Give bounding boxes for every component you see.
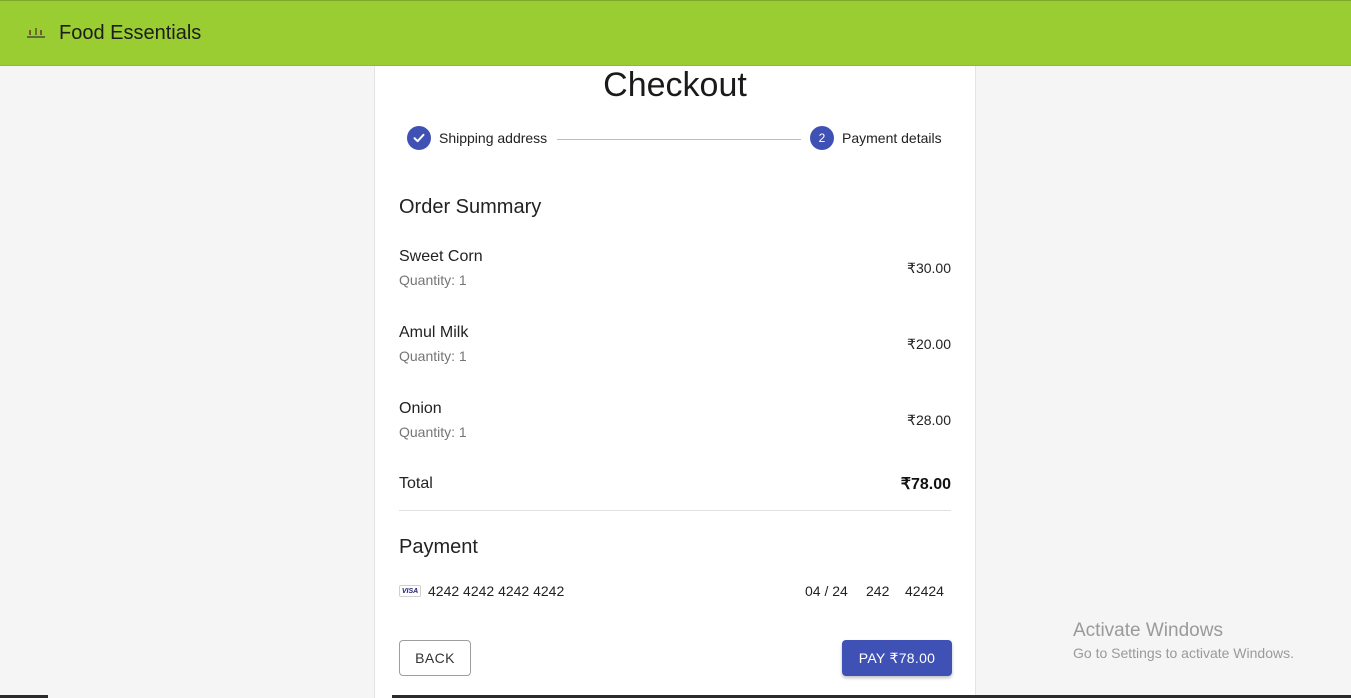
food-essentials-logo-icon[interactable]: [26, 27, 46, 41]
checkout-panel: Checkout Shipping address 2 Payment deta…: [374, 66, 976, 698]
item-price: ₹20.00: [907, 336, 951, 352]
watermark-title: Activate Windows: [1073, 620, 1223, 641]
item-quantity: Quantity: 1: [399, 272, 467, 288]
total-label: Total: [399, 475, 433, 492]
step-shipping-address: Shipping address: [407, 126, 547, 150]
app-bar: Food Essentials: [0, 0, 1351, 66]
step-number-badge: 2: [810, 126, 834, 150]
item-name: Onion: [399, 400, 442, 417]
card-number: 4242 4242 4242 4242: [428, 583, 565, 599]
divider: [399, 510, 951, 511]
total-value: ₹78.00: [900, 476, 951, 493]
back-button[interactable]: BACK: [399, 640, 471, 676]
page-title: Checkout: [603, 66, 747, 104]
check-icon: [407, 126, 431, 150]
visa-card-icon: VISA: [399, 585, 421, 597]
item-name: Sweet Corn: [399, 248, 483, 265]
item-quantity: Quantity: 1: [399, 424, 467, 440]
item-quantity: Quantity: 1: [399, 348, 467, 364]
activate-windows-watermark: Activate Windows Go to Settings to activ…: [1073, 620, 1294, 661]
step-label: Shipping address: [439, 130, 548, 146]
payment-title: Payment: [399, 536, 478, 558]
app-title[interactable]: Food Essentials: [59, 22, 201, 45]
item-name: Amul Milk: [399, 324, 469, 341]
pay-button[interactable]: PAY ₹78.00: [842, 640, 952, 676]
item-price: ₹28.00: [907, 412, 951, 428]
card-cvc: 242: [866, 583, 890, 599]
step-label: Payment details: [842, 130, 942, 146]
order-summary-title: Order Summary: [399, 196, 542, 218]
card-expiry: 04 / 24: [805, 583, 848, 599]
step-payment-details: 2 Payment details: [810, 126, 942, 150]
watermark-subtitle: Go to Settings to activate Windows.: [1073, 645, 1294, 661]
item-price: ₹30.00: [907, 260, 951, 276]
stepper-connector: [557, 139, 801, 140]
card-zip: 42424: [905, 583, 944, 599]
